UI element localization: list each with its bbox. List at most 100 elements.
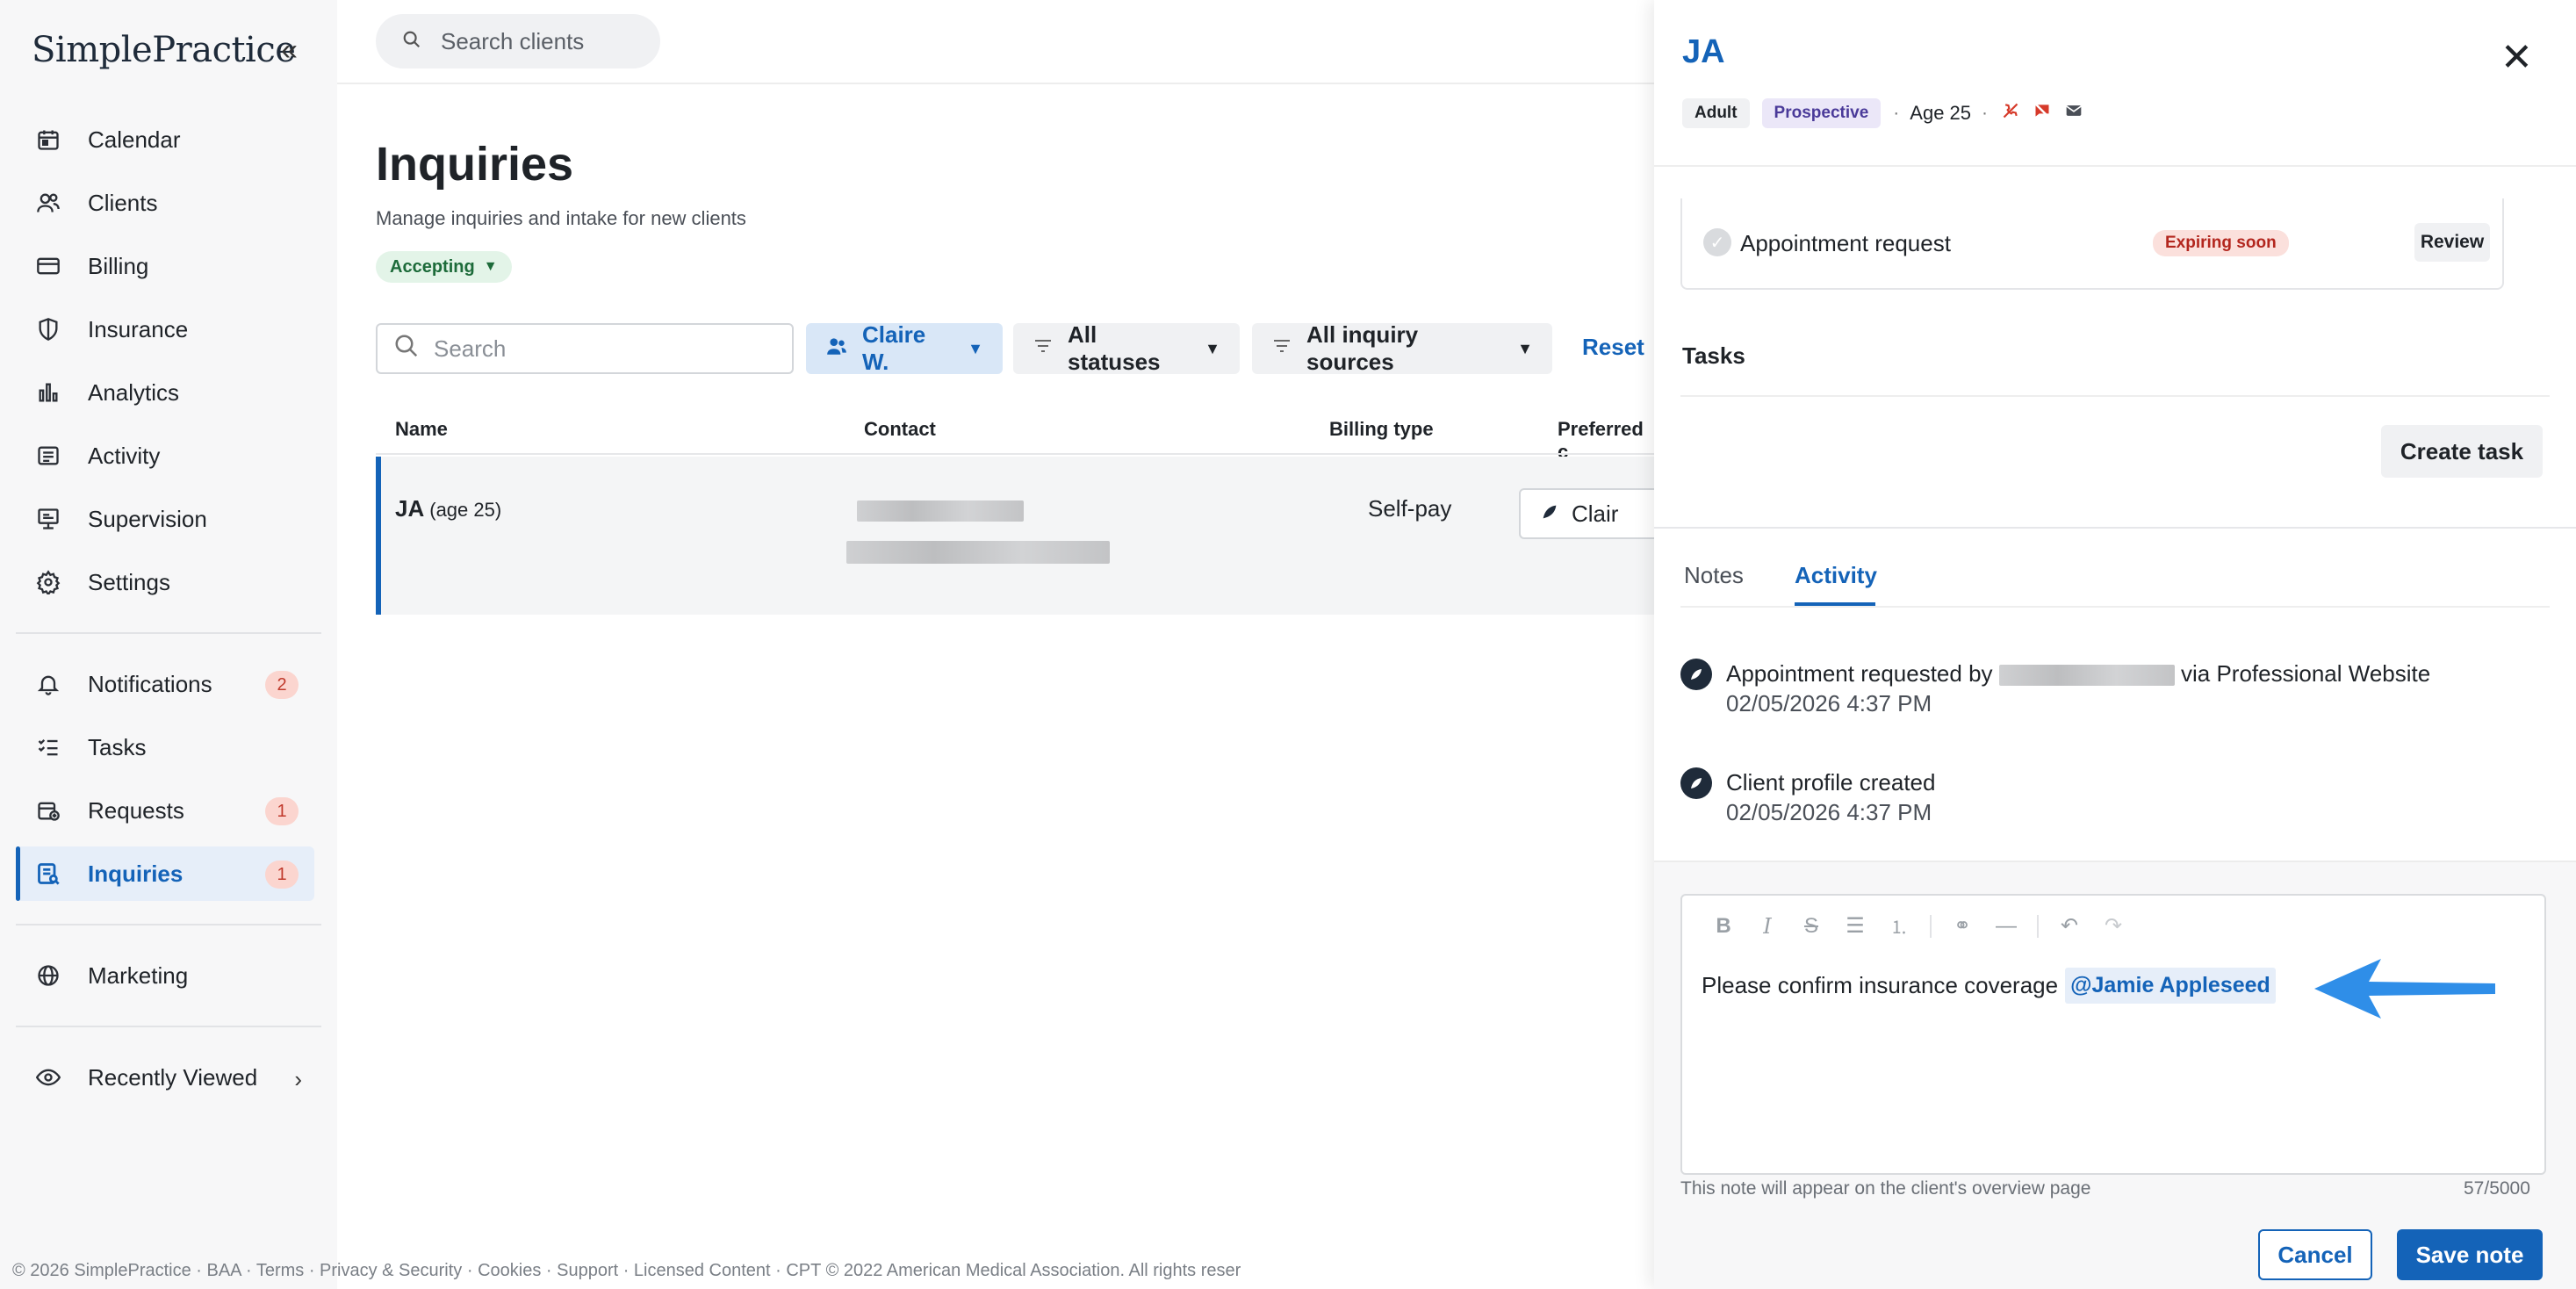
- user-mention[interactable]: @Jamie Appleseed: [2065, 968, 2276, 1004]
- activity-text-start: Appointment requested by: [1726, 660, 1999, 687]
- shield-icon: [33, 317, 63, 342]
- sidebar-item-billing[interactable]: Billing: [16, 239, 314, 293]
- note-hint-text: This note will appear on the client's ov…: [1680, 1178, 2091, 1199]
- search-clients-input[interactable]: Search clients: [376, 14, 660, 68]
- sidebar-item-notifications[interactable]: Notifications 2: [16, 657, 314, 711]
- bar-chart-icon: [33, 380, 63, 405]
- sidebar-item-analytics[interactable]: Analytics: [16, 365, 314, 420]
- link-icon[interactable]: ⚭: [1940, 913, 1984, 939]
- inquiries-search-input[interactable]: Search: [376, 323, 794, 374]
- caret-down-icon: ▼: [1517, 339, 1533, 357]
- sidebar-item-requests[interactable]: Requests 1: [16, 783, 314, 838]
- app-logo[interactable]: SimplePractice: [32, 30, 296, 70]
- cancel-button[interactable]: Cancel: [2258, 1229, 2372, 1280]
- sidebar-item-calendar[interactable]: Calendar: [16, 112, 314, 167]
- sidebar-item-label: Supervision: [88, 505, 207, 532]
- preferred-clinician-button[interactable]: Clair: [1519, 488, 1659, 539]
- sidebar-item-label: Analytics: [88, 378, 180, 406]
- phone-disabled-icon[interactable]: [2002, 102, 2019, 125]
- sidebar-divider: [16, 632, 321, 634]
- mail-icon[interactable]: [2065, 102, 2083, 125]
- requests-count-badge: 1: [265, 797, 299, 825]
- table-row[interactable]: JA (age 25) Self-pay Clair: [376, 457, 1659, 615]
- drawer-client-title[interactable]: JA: [1682, 33, 1725, 71]
- note-editor[interactable]: B I S ☰ ⒈ ⚭ — ↶ ↷ Please confirm insuran…: [1680, 894, 2546, 1175]
- sidebar-item-activity[interactable]: Activity: [16, 428, 314, 483]
- create-task-button[interactable]: Create task: [2381, 425, 2543, 478]
- billing-icon: [33, 254, 63, 278]
- caret-down-icon: ▼: [968, 339, 983, 357]
- preferred-clinician-label: Clair: [1572, 500, 1619, 527]
- sidebar-item-label: Tasks: [88, 733, 147, 760]
- appointment-request-label: Appointment request: [1740, 230, 1951, 256]
- status-filter-button[interactable]: All statuses ▼: [1013, 321, 1240, 375]
- meta-separator: ·: [1893, 103, 1900, 123]
- undo-icon[interactable]: ↶: [2047, 913, 2091, 939]
- accepting-status-dropdown[interactable]: Accepting ▼: [376, 251, 512, 283]
- calendar-icon: [33, 127, 63, 152]
- redacted-requester-name: [1998, 665, 2175, 687]
- bold-icon[interactable]: B: [1702, 914, 1745, 939]
- sidebar-item-supervision[interactable]: Supervision: [16, 492, 314, 546]
- tabs-divider: [1680, 606, 2550, 608]
- leaf-icon: [1540, 500, 1559, 528]
- sidebar-item-label: Requests: [88, 796, 184, 824]
- sidebar-item-settings[interactable]: Settings: [16, 555, 314, 609]
- row-client-name[interactable]: JA (age 25): [395, 495, 501, 522]
- review-button[interactable]: Review: [2414, 223, 2490, 262]
- user-group-icon: [825, 335, 848, 364]
- tasks-icon: [33, 735, 63, 760]
- column-header-contact[interactable]: Contact: [864, 418, 936, 441]
- collapse-sidebar-icon[interactable]: «: [281, 33, 298, 68]
- activity-icon: [33, 443, 63, 468]
- status-filter-label: All statuses: [1068, 321, 1161, 375]
- bullet-list-icon[interactable]: ☰: [1833, 913, 1877, 939]
- source-filter-button[interactable]: All inquiry sources ▼: [1252, 321, 1552, 375]
- sidebar-divider: [16, 924, 321, 925]
- table-header-divider: [376, 453, 1654, 455]
- column-header-name[interactable]: Name: [395, 418, 448, 441]
- italic-icon[interactable]: I: [1745, 914, 1789, 939]
- reset-filters-link[interactable]: Reset: [1582, 334, 1644, 361]
- section-divider: [1654, 527, 2576, 529]
- clinician-filter-button[interactable]: Claire W. ▼: [806, 321, 1003, 375]
- expiring-soon-badge: Expiring soon: [2153, 230, 2289, 256]
- strikethrough-icon[interactable]: S: [1789, 914, 1833, 939]
- sidebar-item-clients[interactable]: Clients: [16, 176, 314, 230]
- page-subtitle: Manage inquiries and intake for new clie…: [376, 207, 746, 229]
- sidebar-item-label: Notifications: [88, 670, 212, 697]
- sidebar-item-recently-viewed[interactable]: Recently Viewed ›: [16, 1050, 314, 1105]
- redo-icon[interactable]: ↷: [2091, 913, 2135, 939]
- sidebar-item-tasks[interactable]: Tasks: [16, 720, 314, 774]
- caret-down-icon: ▼: [1205, 339, 1220, 357]
- search-placeholder: Search: [434, 335, 507, 362]
- column-header-billing-type[interactable]: Billing type: [1329, 418, 1434, 441]
- tasks-heading: Tasks: [1682, 342, 1745, 369]
- requests-icon: [33, 798, 63, 823]
- sidebar-item-label: Marketing: [88, 961, 189, 989]
- activity-text-end: via Professional Website: [2174, 660, 2431, 687]
- horizontal-rule-icon[interactable]: —: [1984, 914, 2028, 939]
- numbered-list-icon[interactable]: ⒈: [1877, 913, 1921, 939]
- message-disabled-icon[interactable]: [2033, 102, 2051, 125]
- toolbar-separator: [1930, 914, 1932, 938]
- sidebar-item-inquiries[interactable]: Inquiries 1: [16, 846, 314, 901]
- close-icon[interactable]: ✕: [2500, 39, 2533, 77]
- inquiries-count-badge: 1: [265, 861, 299, 889]
- main-content: Search clients Inquiries Manage inquirie…: [337, 0, 1659, 1289]
- sidebar-item-marketing[interactable]: Marketing: [16, 948, 314, 1003]
- search-icon: [402, 28, 421, 55]
- tab-notes[interactable]: Notes: [1684, 562, 1744, 589]
- save-note-button[interactable]: Save note: [2397, 1229, 2543, 1280]
- activity-timestamp: 02/05/2026 4:37 PM: [1726, 799, 1932, 825]
- note-content[interactable]: Please confirm insurance coverage @Jamie…: [1702, 968, 2276, 1004]
- eye-icon: [33, 1065, 63, 1090]
- tab-activity[interactable]: Activity: [1795, 562, 1877, 589]
- sidebar-item-label: Recently Viewed: [88, 1063, 258, 1091]
- chevron-right-icon[interactable]: ›: [294, 1066, 302, 1093]
- search-icon: [393, 333, 420, 365]
- sidebar-item-insurance[interactable]: Insurance: [16, 302, 314, 356]
- leaf-icon: [1680, 767, 1712, 799]
- client-age: (age 25): [429, 499, 502, 521]
- sidebar-divider: [16, 1026, 321, 1027]
